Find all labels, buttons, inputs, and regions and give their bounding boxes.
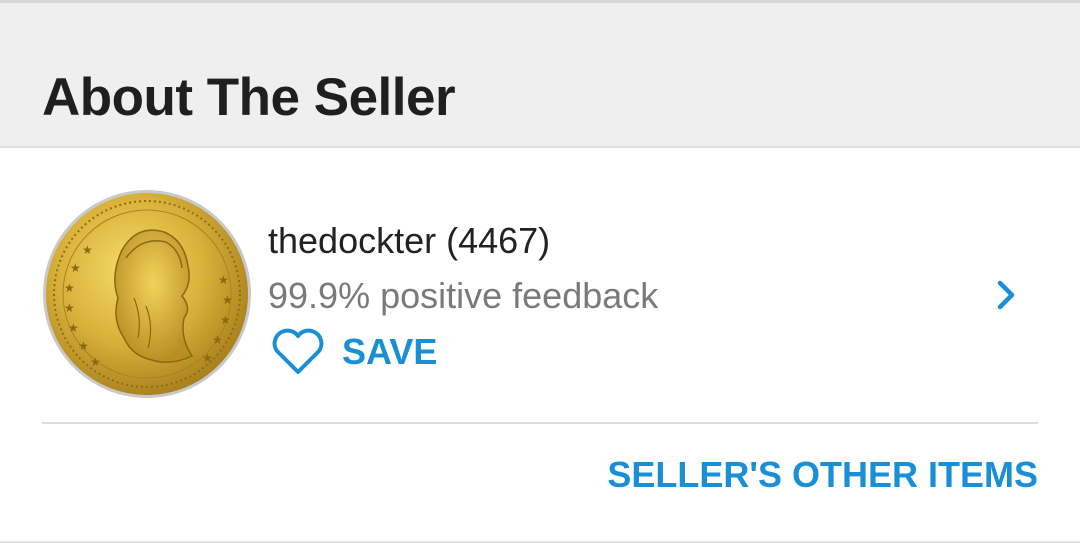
svg-text:★: ★	[82, 243, 93, 257]
svg-text:★: ★	[212, 333, 223, 347]
coin-avatar-icon: ★ ★ ★ ★ ★ ★ ★ ★ ★ ★ ★ ★	[43, 190, 251, 398]
section-title: About The Seller	[42, 68, 456, 127]
svg-text:★: ★	[220, 313, 231, 327]
seller-summary-row[interactable]: ★ ★ ★ ★ ★ ★ ★ ★ ★ ★ ★ ★ thedockter (4467…	[0, 150, 1080, 422]
chevron-right-icon[interactable]	[992, 278, 1020, 312]
svg-text:★: ★	[64, 281, 75, 295]
section-header: About The Seller	[0, 0, 1080, 148]
seller-feedback: 99.9% positive feedback	[268, 275, 659, 316]
svg-text:★: ★	[222, 293, 233, 307]
save-seller-button[interactable]: SAVE	[270, 326, 437, 378]
svg-text:★: ★	[78, 339, 89, 353]
save-label: SAVE	[342, 331, 438, 372]
svg-text:★: ★	[70, 261, 81, 275]
section-divider	[42, 422, 1038, 424]
heart-icon	[272, 328, 324, 374]
svg-text:★: ★	[202, 351, 213, 365]
svg-text:★: ★	[68, 321, 79, 335]
sellers-other-items-link[interactable]: SELLER'S OTHER ITEMS	[607, 454, 1038, 496]
svg-text:★: ★	[90, 355, 101, 369]
svg-text:★: ★	[218, 273, 229, 287]
seller-name[interactable]: thedockter (4467)	[268, 220, 550, 262]
svg-text:★: ★	[64, 301, 75, 315]
